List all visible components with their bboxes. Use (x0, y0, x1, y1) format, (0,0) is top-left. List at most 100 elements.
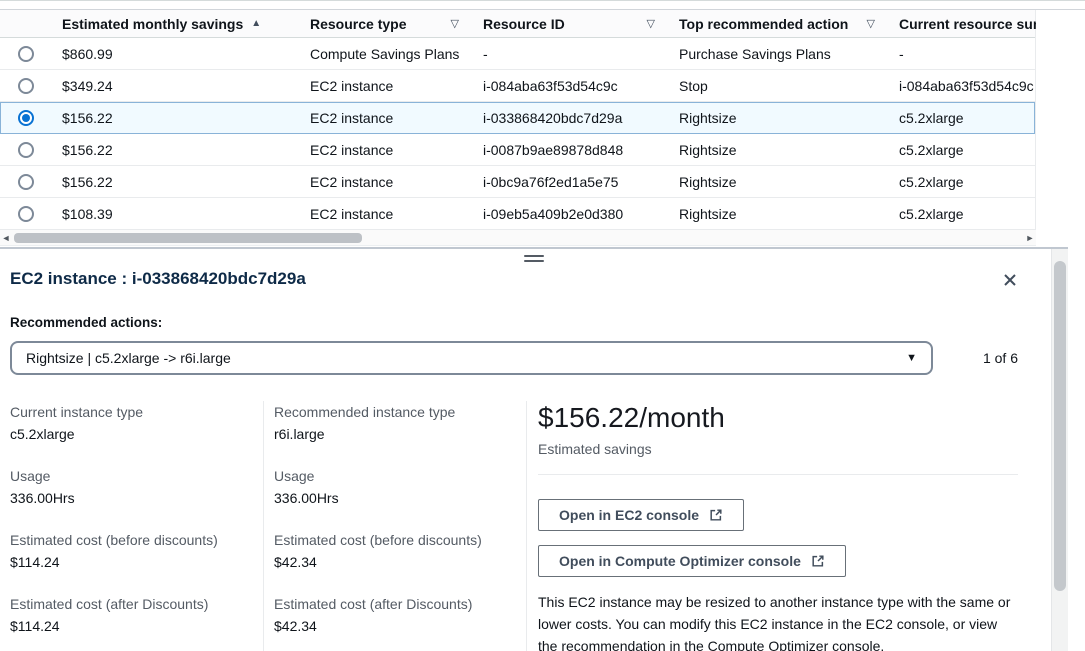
cell-estimated-monthly-savings: $156.22 (52, 102, 300, 133)
vertical-scrollbar-thumb[interactable] (1054, 261, 1066, 591)
filter-icon[interactable]: ▽ (867, 17, 875, 30)
cell-resource-id: i-084aba63f53d54c9c (473, 70, 669, 101)
cell-resource-id: - (473, 38, 669, 69)
horizontal-scrollbar-thumb[interactable] (14, 233, 362, 243)
kv-label: Estimated cost (before discounts) (274, 529, 526, 551)
key-value-pair: Usage 336.00Hrs (274, 465, 526, 509)
cell-current-resource-summary: c5.2xlarge (889, 198, 1036, 229)
open-ec2-console-button[interactable]: Open in EC2 console (538, 499, 744, 531)
kv-label: Estimated cost (after Discounts) (274, 593, 526, 615)
table-header-row: Estimated monthly savings ▲ Resource typ… (0, 10, 1035, 38)
table-row[interactable]: $108.39 EC2 instance i-09eb5a409b2e0d380… (0, 198, 1035, 230)
kv-label: Usage (274, 465, 526, 487)
row-radio[interactable] (18, 142, 34, 158)
close-icon (1002, 272, 1018, 288)
kv-value: $42.34 (274, 615, 526, 637)
column-header-resource-type[interactable]: Resource type ▽ (300, 10, 473, 37)
kv-label: Estimated cost (after Discounts) (10, 593, 263, 615)
recommended-instance-column: Recommended instance type r6i.large Usag… (263, 401, 526, 651)
open-compute-optimizer-console-button[interactable]: Open in Compute Optimizer console (538, 545, 846, 577)
detail-columns: Current instance type c5.2xlarge Usage 3… (10, 401, 1018, 651)
recommended-action-select[interactable]: Rightsize | c5.2xlarge -> r6i.large ▼ (10, 341, 933, 375)
cost-optimization-hub-screen: Estimated monthly savings ▲ Resource typ… (0, 0, 1085, 651)
row-radio[interactable] (18, 110, 34, 126)
sort-ascending-icon[interactable]: ▲ (251, 18, 261, 29)
cell-top-recommended-action: Rightsize (669, 198, 889, 229)
key-value-pair: Estimated cost (before discounts) $114.2… (10, 529, 263, 573)
kv-label: Estimated cost (before discounts) (10, 529, 263, 551)
cell-resource-type: EC2 instance (300, 166, 473, 197)
row-radio-cell (0, 70, 52, 101)
row-radio[interactable] (18, 174, 34, 190)
column-header-estimated-monthly-savings[interactable]: Estimated monthly savings ▲ (52, 10, 300, 37)
table-row[interactable]: $156.22 EC2 instance i-0bc9a76f2ed1a5e75… (0, 166, 1035, 198)
column-label: Estimated monthly savings (62, 16, 243, 32)
close-panel-button[interactable] (1000, 270, 1020, 293)
table-row[interactable]: $860.99 Compute Savings Plans - Purchase… (0, 38, 1035, 70)
kv-value: c5.2xlarge (10, 423, 263, 445)
cell-resource-type: EC2 instance (300, 198, 473, 229)
key-value-pair: Estimated cost (after Discounts) $42.34 (274, 593, 526, 637)
scroll-left-arrow-icon[interactable]: ◄ (0, 230, 12, 246)
cell-estimated-monthly-savings: $156.22 (52, 134, 300, 165)
horizontal-scrollbar-track[interactable] (12, 232, 1024, 244)
column-label: Resource ID (483, 16, 565, 32)
row-radio[interactable] (18, 206, 34, 222)
external-link-icon (811, 554, 825, 568)
cell-current-resource-summary: c5.2xlarge (889, 166, 1036, 197)
cell-top-recommended-action: Purchase Savings Plans (669, 38, 889, 69)
kv-value: $114.24 (10, 615, 263, 637)
row-radio[interactable] (18, 46, 34, 62)
cell-resource-type: EC2 instance (300, 134, 473, 165)
cell-resource-id: i-0087b9ae89878d848 (473, 134, 669, 165)
cell-resource-type: EC2 instance (300, 70, 473, 101)
kv-label: Usage (10, 465, 263, 487)
row-radio[interactable] (18, 78, 34, 94)
key-value-pair: Usage 336.00Hrs (10, 465, 263, 509)
chevron-down-icon: ▼ (906, 352, 917, 364)
estimated-savings-caption: Estimated savings (538, 441, 1018, 457)
kv-value: r6i.large (274, 423, 526, 445)
cell-resource-id: i-0bc9a76f2ed1a5e75 (473, 166, 669, 197)
filter-icon[interactable]: ▽ (451, 17, 459, 30)
cell-estimated-monthly-savings: $108.39 (52, 198, 300, 229)
cell-resource-type: Compute Savings Plans (300, 38, 473, 69)
cell-current-resource-summary: c5.2xlarge (889, 102, 1036, 133)
button-label: Open in Compute Optimizer console (559, 553, 801, 569)
filter-icon[interactable]: ▽ (647, 17, 655, 30)
row-radio-cell (0, 198, 52, 229)
cell-top-recommended-action: Rightsize (669, 102, 889, 133)
kv-value: 336.00Hrs (10, 487, 263, 509)
table-row[interactable]: $349.24 EC2 instance i-084aba63f53d54c9c… (0, 70, 1035, 102)
key-value-pair: Estimated cost (before discounts) $42.34 (274, 529, 526, 573)
cell-estimated-monthly-savings: $860.99 (52, 38, 300, 69)
cell-estimated-monthly-savings: $156.22 (52, 166, 300, 197)
scroll-right-arrow-icon[interactable]: ► (1024, 230, 1036, 246)
select-value: Rightsize | c5.2xlarge -> r6i.large (26, 350, 231, 366)
split-panel: EC2 instance : i-033868420bdc7d29a Recom… (0, 247, 1068, 651)
horizontal-scrollbar[interactable]: ◄ ► (0, 230, 1036, 246)
row-radio-cell (0, 38, 52, 69)
panel-body: Recommended actions: Rightsize | c5.2xla… (0, 315, 1068, 651)
top-divider (0, 1, 1085, 10)
cell-current-resource-summary: - (889, 38, 1036, 69)
cell-current-resource-summary: c5.2xlarge (889, 134, 1036, 165)
cell-resource-id: i-033868420bdc7d29a (473, 102, 669, 133)
pagination-counter: 1 of 6 (983, 350, 1018, 366)
vertical-scrollbar[interactable] (1051, 249, 1068, 651)
button-label: Open in EC2 console (559, 507, 699, 523)
panel-drag-handle-icon[interactable] (520, 253, 548, 264)
table-row[interactable]: $156.22 EC2 instance i-0087b9ae89878d848… (0, 134, 1035, 166)
cell-top-recommended-action: Rightsize (669, 134, 889, 165)
column-header-resource-id[interactable]: Resource ID ▽ (473, 10, 669, 37)
column-label: Top recommended action (679, 16, 848, 32)
table-body: $860.99 Compute Savings Plans - Purchase… (0, 38, 1035, 230)
kv-label: Current instance type (10, 401, 263, 423)
current-instance-column: Current instance type c5.2xlarge Usage 3… (10, 401, 263, 651)
table-row[interactable]: $156.22 EC2 instance i-033868420bdc7d29a… (0, 102, 1035, 134)
divider (538, 474, 1018, 475)
panel-title: EC2 instance : i-033868420bdc7d29a (10, 268, 306, 290)
key-value-pair: Current instance type c5.2xlarge (10, 401, 263, 445)
column-header-top-recommended-action[interactable]: Top recommended action ▽ (669, 10, 889, 37)
column-header-current-resource-summary[interactable]: Current resource sum (889, 10, 1036, 37)
